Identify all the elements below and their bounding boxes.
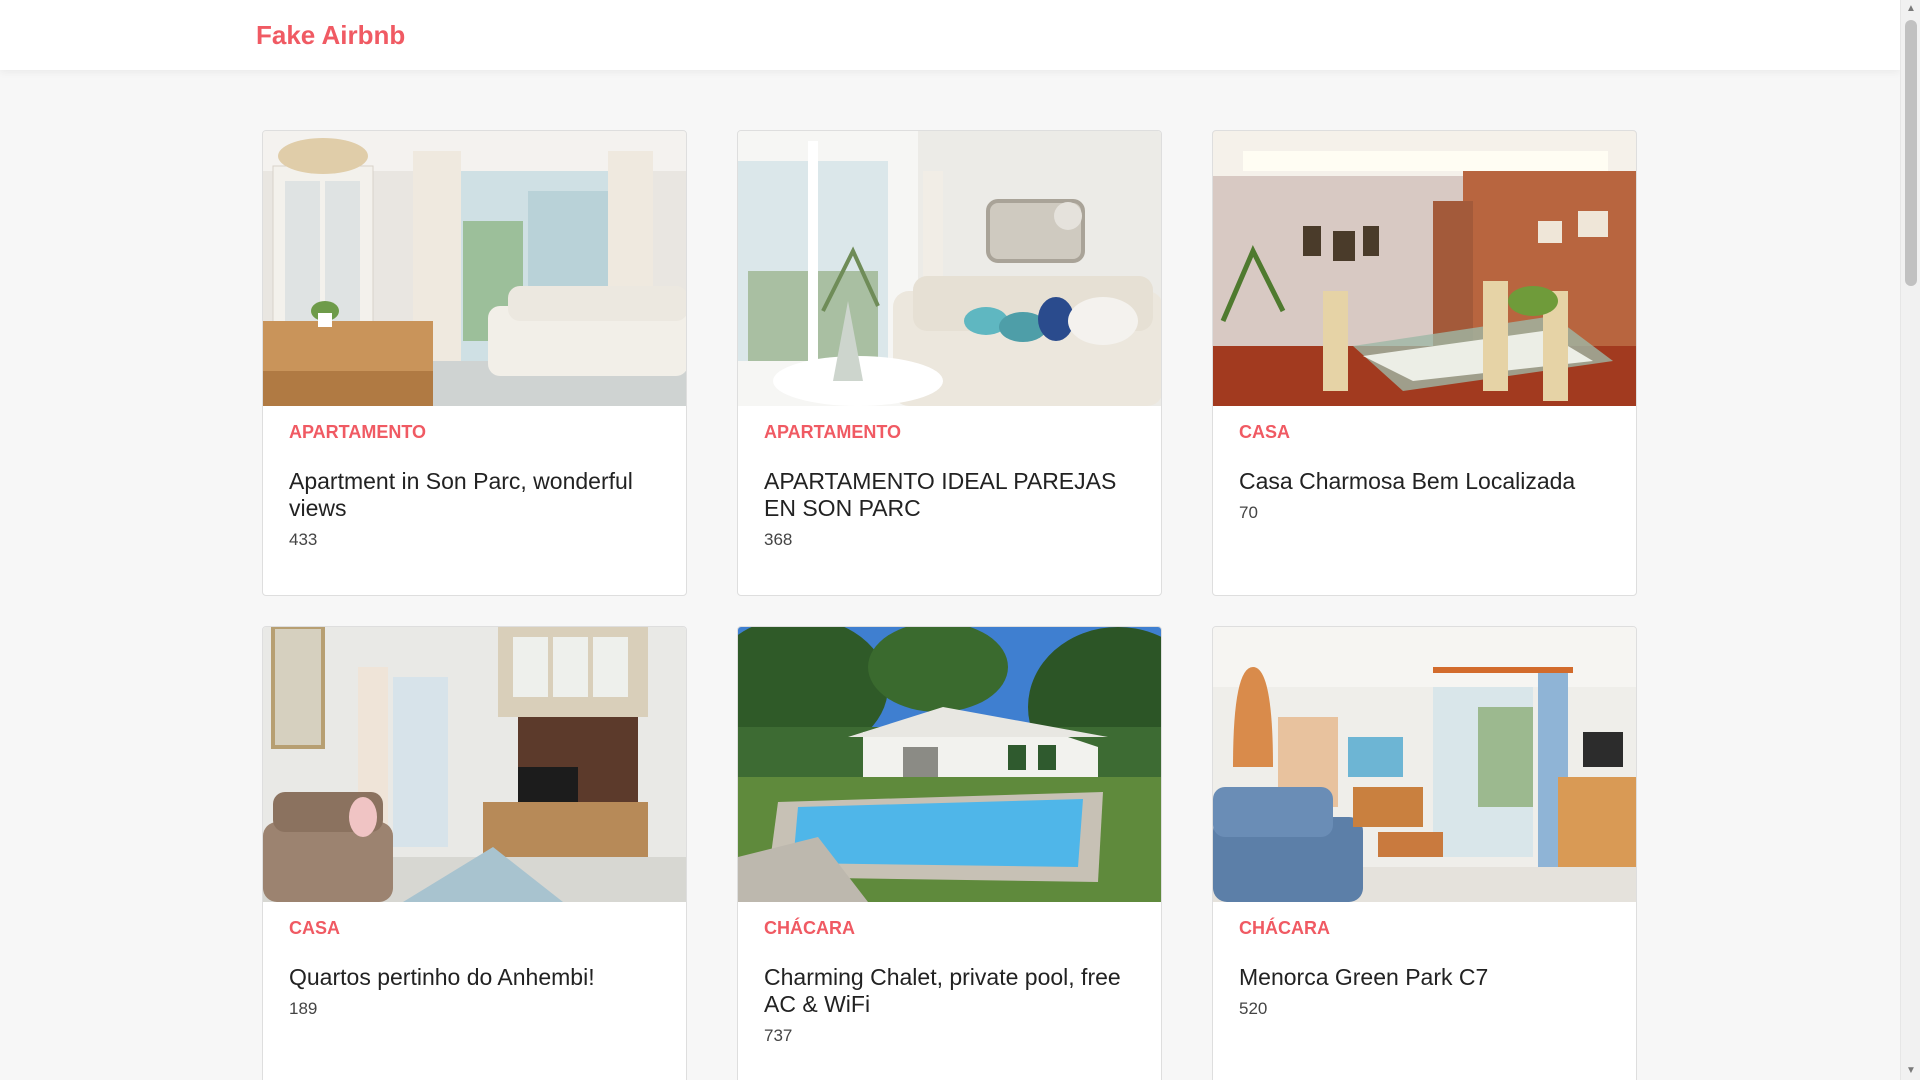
listings-grid: Apartamento Apartment in Son Parc, wonde… — [262, 130, 1637, 1080]
listing-card-body: Casa Casa Charmosa Bem Localizada 70 — [1213, 406, 1636, 523]
blue-sofa-room-photo — [1213, 627, 1636, 902]
listing-card[interactable]: Casa Casa Charmosa Bem Localizada 70 — [1212, 130, 1637, 596]
dining-room-photo — [1213, 131, 1636, 406]
listing-photo[interactable] — [1213, 627, 1636, 902]
listing-title[interactable]: Charming Chalet, private pool, free AC &… — [764, 964, 1135, 1018]
pool-house-photo — [738, 627, 1161, 902]
listing-type: Chácara — [764, 918, 855, 938]
listing-type: Apartamento — [764, 422, 901, 442]
listing-price: 737 — [764, 1026, 793, 1045]
listing-type: Casa — [1239, 422, 1291, 442]
listing-photo[interactable] — [263, 627, 686, 902]
listing-card-body: Casa Quartos pertinho do Anhembi! 189 — [263, 902, 686, 1019]
listing-photo[interactable] — [738, 627, 1161, 902]
listing-photo[interactable] — [263, 131, 686, 406]
scroll-up-arrow-icon[interactable]: ▲ — [1901, 0, 1920, 18]
listing-title[interactable]: Apartment in Son Parc, wonderful views — [289, 468, 660, 522]
top-navbar: Fake Airbnb — [0, 0, 1900, 70]
listing-card[interactable]: Chácara Charming Chalet, private pool, f… — [737, 626, 1162, 1080]
listing-title[interactable]: APARTAMENTO IDEAL PAREJAS EN SON PARC — [764, 468, 1135, 522]
listing-card-body: Chácara Menorca Green Park C7 520 — [1213, 902, 1636, 1019]
brand-logo-link[interactable]: Fake Airbnb — [256, 20, 405, 51]
listing-card-body: Apartamento APARTAMENTO IDEAL PAREJAS EN… — [738, 406, 1161, 550]
tv-room-photo — [263, 627, 686, 902]
listing-type: Casa — [289, 918, 341, 938]
listing-photo[interactable] — [1213, 131, 1636, 406]
scrollbar-thumb[interactable] — [1905, 20, 1917, 286]
page: Fake Airbnb APARTAMENTO Apartment in Son… — [0, 0, 1920, 1080]
listing-type: Apartamento — [289, 422, 426, 442]
listing-price: 189 — [289, 999, 318, 1018]
listing-card-body: Apartamento Apartment in Son Parc, wonde… — [263, 406, 686, 550]
listing-title[interactable]: Menorca Green Park C7 — [1239, 964, 1610, 991]
listing-card[interactable]: Chácara Menorca Green Park C7 520 — [1212, 626, 1637, 1080]
listing-card[interactable]: Apartamento APARTAMENTO IDEAL PAREJAS EN… — [737, 130, 1162, 596]
listing-price: 368 — [764, 530, 793, 549]
vertical-scrollbar[interactable]: ▲ ▼ — [1900, 0, 1920, 1080]
listing-price: 70 — [1239, 503, 1258, 522]
listing-price: 520 — [1239, 999, 1268, 1018]
listing-card[interactable]: Casa Quartos pertinho do Anhembi! 189 — [262, 626, 687, 1080]
listing-title[interactable]: Quartos pertinho do Anhembi! — [289, 964, 660, 991]
scroll-down-arrow-icon[interactable]: ▼ — [1901, 1062, 1920, 1080]
living-room-photo — [263, 131, 686, 406]
listing-card[interactable]: Apartamento Apartment in Son Parc, wonde… — [262, 130, 687, 596]
sofa-room-photo — [738, 131, 1161, 406]
listing-type: Chácara — [1239, 918, 1330, 938]
listing-photo[interactable] — [738, 131, 1161, 406]
listing-price: 433 — [289, 530, 318, 549]
listing-title[interactable]: Casa Charmosa Bem Localizada — [1239, 468, 1610, 495]
listing-card-body: Chácara Charming Chalet, private pool, f… — [738, 902, 1161, 1046]
